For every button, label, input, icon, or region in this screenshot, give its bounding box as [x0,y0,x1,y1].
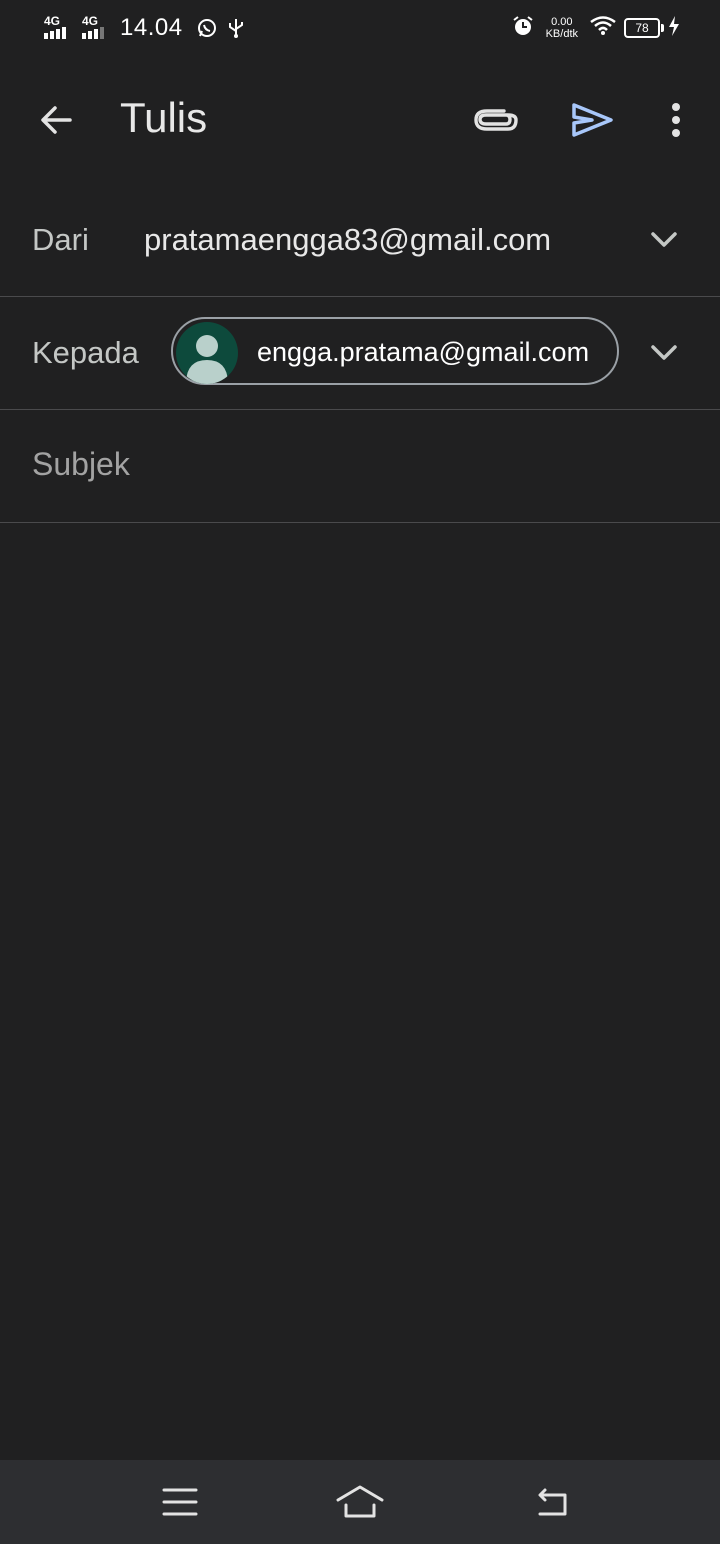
home-button[interactable] [332,1478,388,1526]
menu-icon [162,1488,198,1516]
send-button[interactable] [562,92,622,148]
whatsapp-icon [197,18,217,38]
back-nav-button[interactable] [522,1478,578,1526]
signal-icon-sim1: 4G [40,13,74,43]
home-icon [336,1485,384,1518]
arrow-back-icon [41,106,72,134]
from-expand-button[interactable] [640,216,688,264]
page-title: Tulis [120,94,208,141]
recent-apps-button[interactable] [152,1478,208,1526]
email-body-field[interactable] [0,524,720,1460]
to-expand-button[interactable] [640,329,688,377]
subject-field[interactable]: Subjek [32,446,130,483]
signal-icon-sim2: 4G [78,13,112,43]
battery-level: 78 [635,21,649,35]
network-type-sim2: 4G [82,14,99,28]
recipient-chip[interactable]: engga.pratama@gmail.com [171,317,619,385]
from-row: Dari pratamaengga83@gmail.com [0,184,720,297]
navigation-bar [0,1460,720,1544]
clock: 14.04 [120,14,183,41]
status-bar: 4G 4G 14.04 0.00 KB/dtk 78 [0,0,720,56]
person-icon [186,335,228,384]
speed-value: 0.00 [551,16,573,28]
usb-icon [227,17,245,39]
from-label: Dari [32,222,89,257]
to-label: Kepada [32,335,139,370]
to-row: Kepada engga.pratama@gmail.com [0,297,720,410]
battery-icon: 78 [624,18,664,38]
chevron-down-icon [651,232,677,247]
back-button[interactable] [28,92,84,148]
status-right: 0.00 KB/dtk 78 [512,12,680,44]
app-bar: Tulis [0,56,720,184]
chevron-down-icon [651,345,677,360]
wifi-icon [590,15,616,41]
speed-unit: KB/dtk [545,28,578,40]
more-vert-icon [672,103,680,137]
network-type-sim1: 4G [44,14,61,28]
more-options-button[interactable] [650,92,702,148]
attach-button[interactable] [468,92,524,148]
paperclip-icon [474,109,518,131]
charging-icon [668,15,680,41]
recipient-email: engga.pratama@gmail.com [257,337,590,367]
status-left: 4G 4G 14.04 [40,12,255,44]
network-speed: 0.00 KB/dtk [546,16,578,40]
from-address[interactable]: pratamaengga83@gmail.com [144,222,551,258]
alarm-icon [512,15,534,42]
back-nav-icon [538,1488,567,1516]
send-icon [572,103,613,137]
subject-row: Subjek [0,410,720,523]
avatar [176,322,238,384]
